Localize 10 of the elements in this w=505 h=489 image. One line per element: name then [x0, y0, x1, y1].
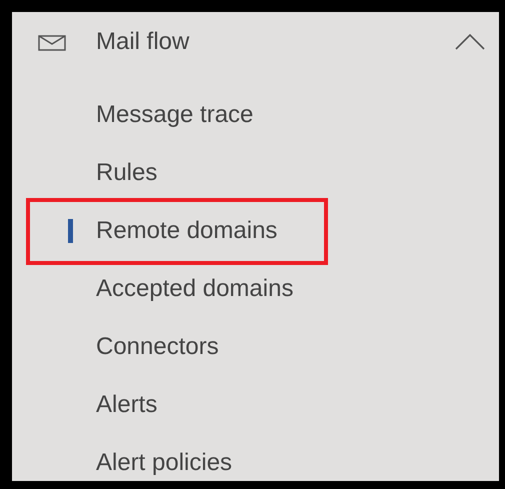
section-header[interactable]: Mail flow: [12, 12, 499, 72]
nav-item[interactable]: Accepted domains: [12, 272, 499, 306]
mail-icon: [38, 35, 66, 51]
nav-item[interactable]: Alert policies: [12, 446, 499, 480]
nav-item[interactable]: Remote domains: [12, 214, 499, 248]
chevron-up-icon: [455, 34, 485, 50]
nav-item[interactable]: Rules: [12, 156, 499, 190]
nav-item[interactable]: Message trace: [12, 98, 499, 132]
nav-item[interactable]: Alerts: [12, 388, 499, 422]
nav-item[interactable]: Connectors: [12, 330, 499, 364]
